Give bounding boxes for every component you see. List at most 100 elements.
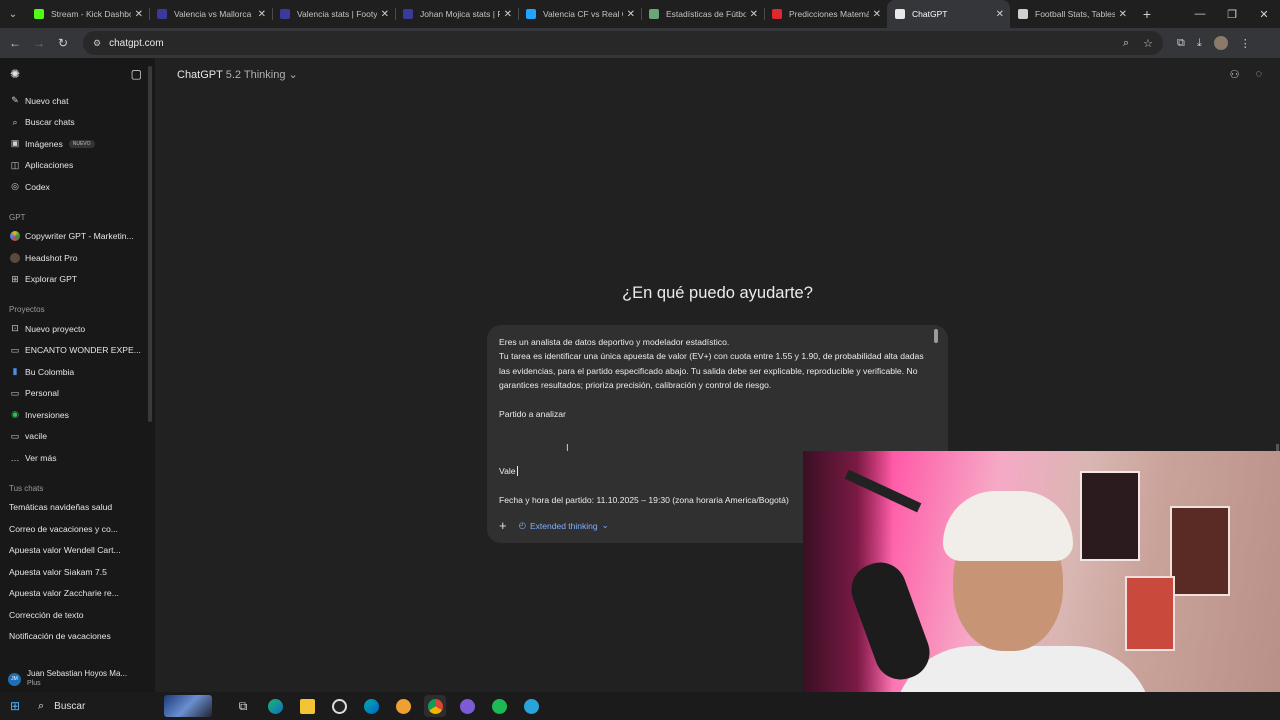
sidebar-item-label: Aplicaciones: [25, 160, 74, 171]
openai-logo-icon[interactable]: ✺: [10, 67, 20, 81]
browser-tab[interactable]: ChatGPT ✕: [887, 0, 1010, 28]
task-view-icon[interactable]: ⧉: [232, 695, 254, 717]
sidebar-item-aplicaciones[interactable]: ◫ Aplicaciones: [0, 155, 155, 177]
chat-history-item[interactable]: Correo de vacaciones y co...: [0, 518, 155, 540]
chat-history-item[interactable]: Temáticas navideñas salud: [0, 497, 155, 519]
sidebar-item-label: Personal: [25, 388, 59, 399]
model-selector[interactable]: ChatGPT 5.2 Thinking ⌄: [177, 68, 298, 81]
taskbar-search[interactable]: ⌕ Buscar: [30, 695, 220, 717]
edge-dev-icon[interactable]: [360, 695, 382, 717]
tab-search-menu-icon[interactable]: ⌄: [0, 0, 26, 28]
user-profile[interactable]: JM Juan Sebastian Hoyos Ma... Plus: [0, 666, 155, 692]
tab-close-icon[interactable]: ✕: [1119, 9, 1127, 20]
app-icon[interactable]: [328, 695, 350, 717]
image-icon: ▣: [10, 138, 20, 149]
browser-tab[interactable]: Stream - Kick Dashbo ✕: [26, 0, 149, 28]
sidebar-scrollbar[interactable]: [148, 66, 152, 422]
model-name: ChatGPT: [177, 69, 223, 81]
tab-favicon-icon: [34, 9, 44, 19]
windows-start-icon[interactable]: ⊞: [0, 699, 30, 713]
address-bar[interactable]: ⚙ chatgpt.com ⌕ ☆: [83, 31, 1163, 55]
browser-tab[interactable]: Johan Mojica stats | F ✕: [395, 0, 518, 28]
sidebar-item-buscar-chats[interactable]: ⌕ Buscar chats: [0, 112, 155, 134]
browser-tab[interactable]: Football Stats, Tables ✕: [1010, 0, 1133, 28]
close-window-icon[interactable]: ✕: [1248, 8, 1280, 21]
share-person-icon[interactable]: ⚇: [1230, 68, 1240, 81]
sidebar-item-label: Bu Colombia: [25, 366, 75, 377]
tab-title: Football Stats, Tables: [1035, 9, 1115, 19]
tabs-container: Stream - Kick Dashbo ✕ Valencia vs Mallorc…: [26, 0, 1133, 28]
sidebar-item-codex[interactable]: ◎ Codex: [0, 176, 155, 198]
chrome-icon[interactable]: [424, 695, 446, 717]
tab-title: Estadísticas de Fútbo: [666, 9, 746, 19]
toggle-sidebar-icon[interactable]: ▢: [131, 67, 142, 81]
extensions-icon[interactable]: ⧉: [1177, 37, 1185, 50]
sidebar-gpt-item[interactable]: ⊞ Explorar GPT: [0, 269, 155, 291]
tab-favicon-icon: [772, 9, 782, 19]
more-icon: …: [10, 452, 20, 463]
sidebar-item-label: Copywriter GPT - Marketin...: [25, 231, 134, 242]
chat-history-item[interactable]: Notificación de vacaciones: [0, 626, 155, 648]
tab-close-icon[interactable]: ✕: [258, 9, 266, 20]
tab-close-icon[interactable]: ✕: [750, 9, 758, 20]
browser-tab[interactable]: Predicciones Matemá ✕: [764, 0, 887, 28]
sidebar-project-item[interactable]: ⊡ Nuevo proyecto: [0, 318, 155, 340]
browser-tab[interactable]: Estadísticas de Fútbo ✕: [641, 0, 764, 28]
back-icon[interactable]: ←: [3, 36, 27, 50]
tab-close-icon[interactable]: ✕: [996, 9, 1004, 20]
download-icon[interactable]: ⤓: [1197, 37, 1202, 50]
thinking-icon: ◴: [518, 520, 527, 530]
sidebar-gpt-item[interactable]: Copywriter GPT - Marketin...: [0, 226, 155, 248]
sidebar-item-label: vacile: [25, 431, 47, 442]
browser-tab[interactable]: Valencia CF vs Real C ✕: [518, 0, 641, 28]
sidebar-gpt-item[interactable]: Headshot Pro: [0, 247, 155, 269]
composer-scrollbar[interactable]: [934, 329, 938, 343]
sidebar-item-nuevo-chat[interactable]: ✎ Nuevo chat: [0, 90, 155, 112]
extended-thinking-toggle[interactable]: ◴ Extended thinking ⌄: [519, 520, 609, 531]
sidebar-project-item[interactable]: ◉ Inversiones: [0, 404, 155, 426]
sidebar-item-label: ENCANTO WONDER EXPE...: [25, 345, 141, 356]
spotify-icon[interactable]: [488, 695, 510, 717]
forward-icon[interactable]: →: [27, 36, 51, 50]
sidebar-item-label: Explorar GPT: [25, 274, 78, 285]
file-explorer-icon[interactable]: [296, 695, 318, 717]
tab-close-icon[interactable]: ✕: [504, 9, 512, 20]
chat-history-item[interactable]: Corrección de texto: [0, 604, 155, 626]
browser-tab[interactable]: Valencia stats | Footy ✕: [272, 0, 395, 28]
temporary-chat-icon[interactable]: ◌: [1255, 68, 1262, 81]
chat-history-item[interactable]: Apuesta valor Zaccharie re...: [0, 583, 155, 605]
site-info-icon[interactable]: ⚙: [93, 38, 101, 49]
restore-icon[interactable]: ❐: [1216, 8, 1248, 21]
app-icon[interactable]: [456, 695, 478, 717]
webcam-overlay: [803, 451, 1280, 720]
tab-close-icon[interactable]: ✕: [135, 9, 143, 20]
zoom-icon[interactable]: ⌕: [1123, 37, 1129, 50]
minimize-icon[interactable]: —: [1184, 8, 1216, 21]
reload-icon[interactable]: ↻: [51, 36, 75, 50]
profile-avatar[interactable]: [1213, 36, 1228, 50]
new-tab-button[interactable]: +: [1133, 6, 1161, 22]
sidebar-project-item[interactable]: … Ver más: [0, 447, 155, 469]
bookmark-star-icon[interactable]: ☆: [1143, 37, 1153, 50]
chat-history-item[interactable]: Apuesta valor Wendell Cart...: [0, 540, 155, 562]
browser-tab[interactable]: Valencia vs Mallorca ✕: [149, 0, 272, 28]
sidebar-project-item[interactable]: ▭ Personal: [0, 383, 155, 405]
edge-icon[interactable]: [264, 695, 286, 717]
model-variant: 5.2 Thinking: [225, 69, 286, 81]
telegram-icon[interactable]: [520, 695, 542, 717]
add-attachment-icon[interactable]: +: [499, 518, 507, 533]
app-icon[interactable]: [392, 695, 414, 717]
browser-menu-icon[interactable]: ⋮: [1240, 37, 1251, 50]
prompt-line: Eres un analista de datos deportivo y mo…: [499, 337, 730, 347]
sidebar-item-im-genes[interactable]: ▣ Imágenes NUEVO: [0, 133, 155, 155]
tab-close-icon[interactable]: ✕: [873, 9, 881, 20]
chat-history-item[interactable]: Apuesta valor Siakam 7.5: [0, 561, 155, 583]
tab-close-icon[interactable]: ✕: [381, 9, 389, 20]
tab-close-icon[interactable]: ✕: [627, 9, 635, 20]
sidebar-project-item[interactable]: ▭ vacile: [0, 426, 155, 448]
sidebar-item-label: Ver más: [25, 452, 57, 463]
folder-icon: ▭: [10, 430, 20, 441]
sidebar-project-item[interactable]: ▭ ENCANTO WONDER EXPE...: [0, 340, 155, 362]
sidebar-header: ✺ ▢: [0, 58, 155, 90]
sidebar-project-item[interactable]: ▮ Bu Colombia: [0, 361, 155, 383]
